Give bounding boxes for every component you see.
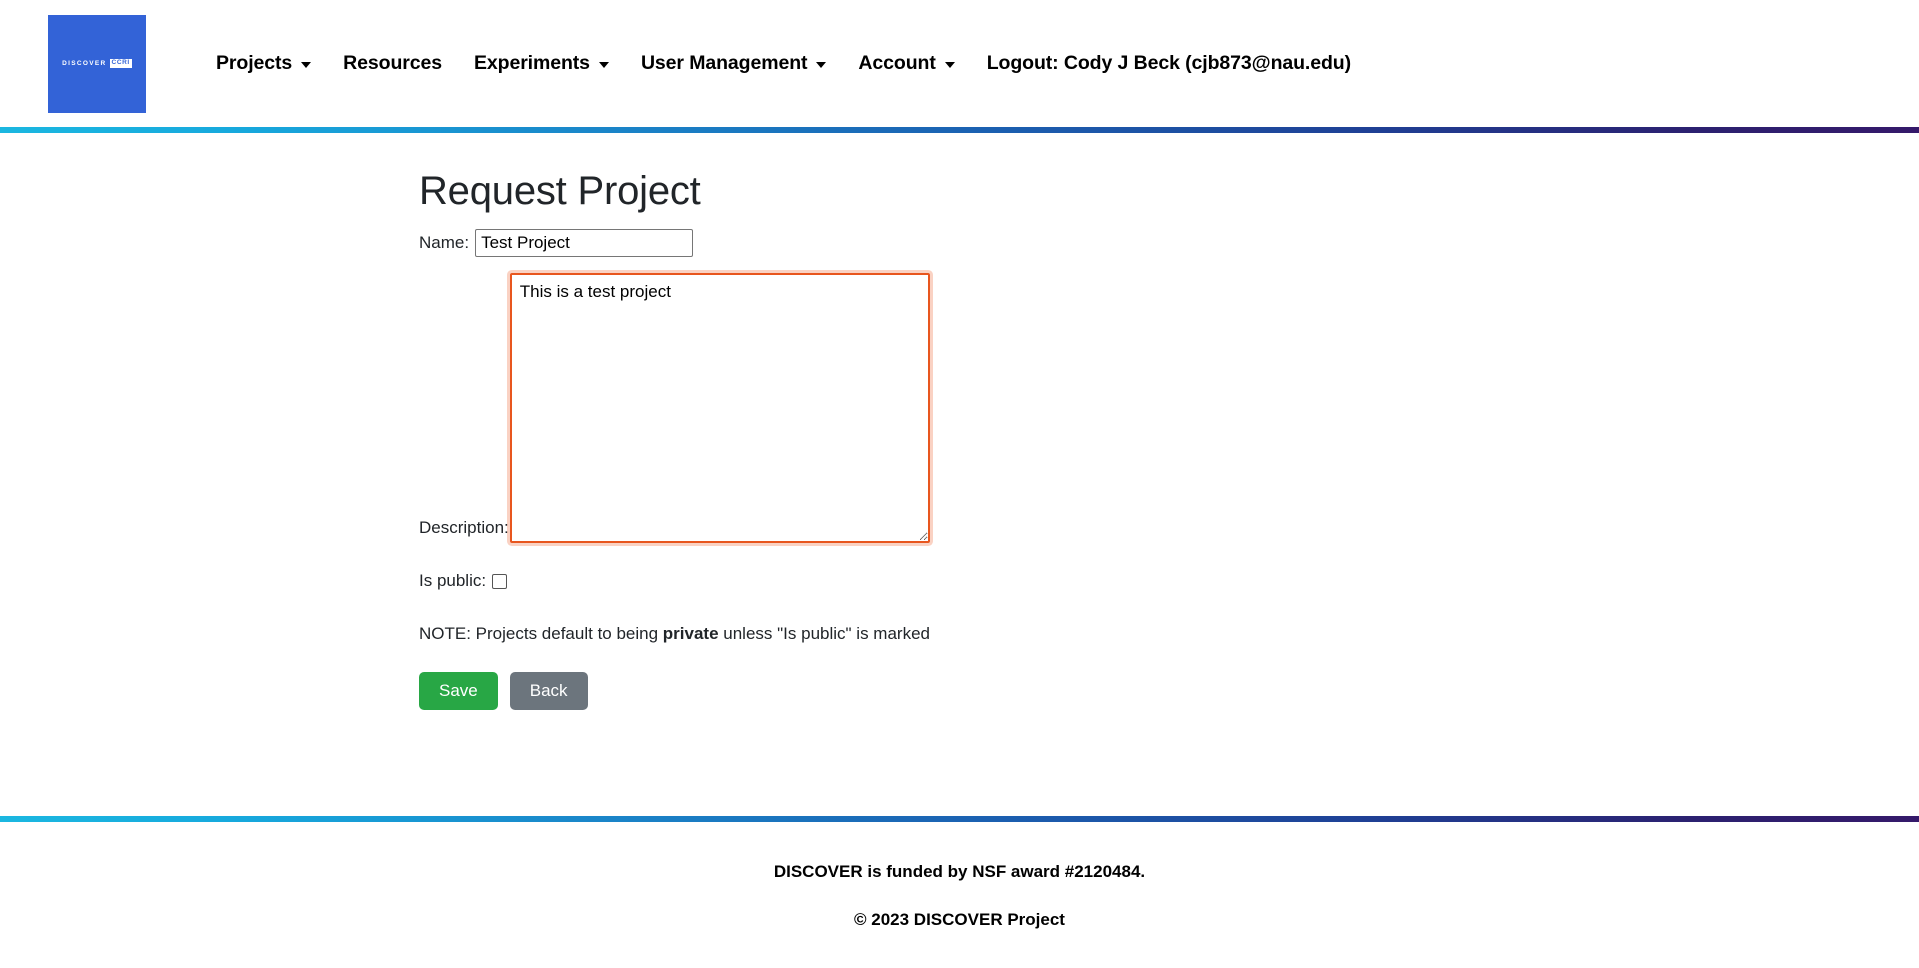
project-name-input[interactable] [475,229,694,257]
description-label: Description: [419,518,509,537]
chevron-down-icon [816,61,827,68]
page-footer: DISCOVER is funded by NSF award #2120484… [0,816,1919,930]
footer-copyright-text: © 2023 DISCOVER Project [854,910,1065,929]
back-button[interactable]: Back [509,672,588,711]
nav-item-experiments[interactable]: Experiments [458,52,625,75]
nav-item-user-management-label: User Management [640,52,808,74]
description-field-row: Description: [419,273,1919,543]
footer-body: DISCOVER is funded by NSF award #2120484… [0,822,1919,930]
page-title: Request Project [419,169,701,213]
logo-inner: DISCOVER CCRI [62,59,132,68]
footer-funding-text: DISCOVER is funded by NSF award #2120484… [773,862,1146,881]
project-description-textarea[interactable] [509,273,930,543]
nav-item-logout-label: Logout: Cody J Beck (cjb873@nau.edu) [986,52,1352,74]
note-emphasis: private [662,624,719,643]
is-public-label: Is public: [419,571,487,590]
privacy-note: NOTE: Projects default to being private … [419,624,1919,644]
nav-item-user-management[interactable]: User Management [625,52,842,75]
nav-item-resources[interactable]: Resources [327,52,458,75]
logo-tag-ccri: CCRI [109,59,132,68]
is-public-checkbox[interactable] [492,573,508,589]
form-actions: Save Back [419,672,1919,711]
main-content: Request Project Name: Description: Is pu… [0,133,1919,816]
chevron-down-icon [944,61,955,68]
note-suffix: unless "Is public" is marked [718,624,930,643]
chevron-down-icon [598,61,609,68]
logo-word-discover: DISCOVER [62,60,107,67]
description-focus-ring [509,273,930,543]
save-button[interactable]: Save [419,672,498,711]
nav-item-resources-label: Resources [343,52,442,74]
nav-item-projects[interactable]: Projects [194,52,327,75]
nav-item-projects-label: Projects [216,52,293,74]
nav-item-account[interactable]: Account [842,52,970,75]
is-public-row: Is public: [419,571,1919,591]
nav-item-experiments-label: Experiments [473,52,590,74]
chevron-down-icon [301,61,312,68]
nav-item-account-label: Account [858,52,936,74]
nav-item-logout[interactable]: Logout: Cody J Beck (cjb873@nau.edu) [971,52,1367,75]
main-navbar: DISCOVER CCRI Projects Resources Experim… [0,0,1919,127]
nav-items: Projects Resources Experiments User Mana… [194,52,1367,75]
name-field-row: Name: [419,229,1919,257]
note-prefix: NOTE: Projects default to being [419,624,663,643]
name-label: Name: [419,233,470,252]
discover-ccri-logo[interactable]: DISCOVER CCRI [48,14,146,113]
